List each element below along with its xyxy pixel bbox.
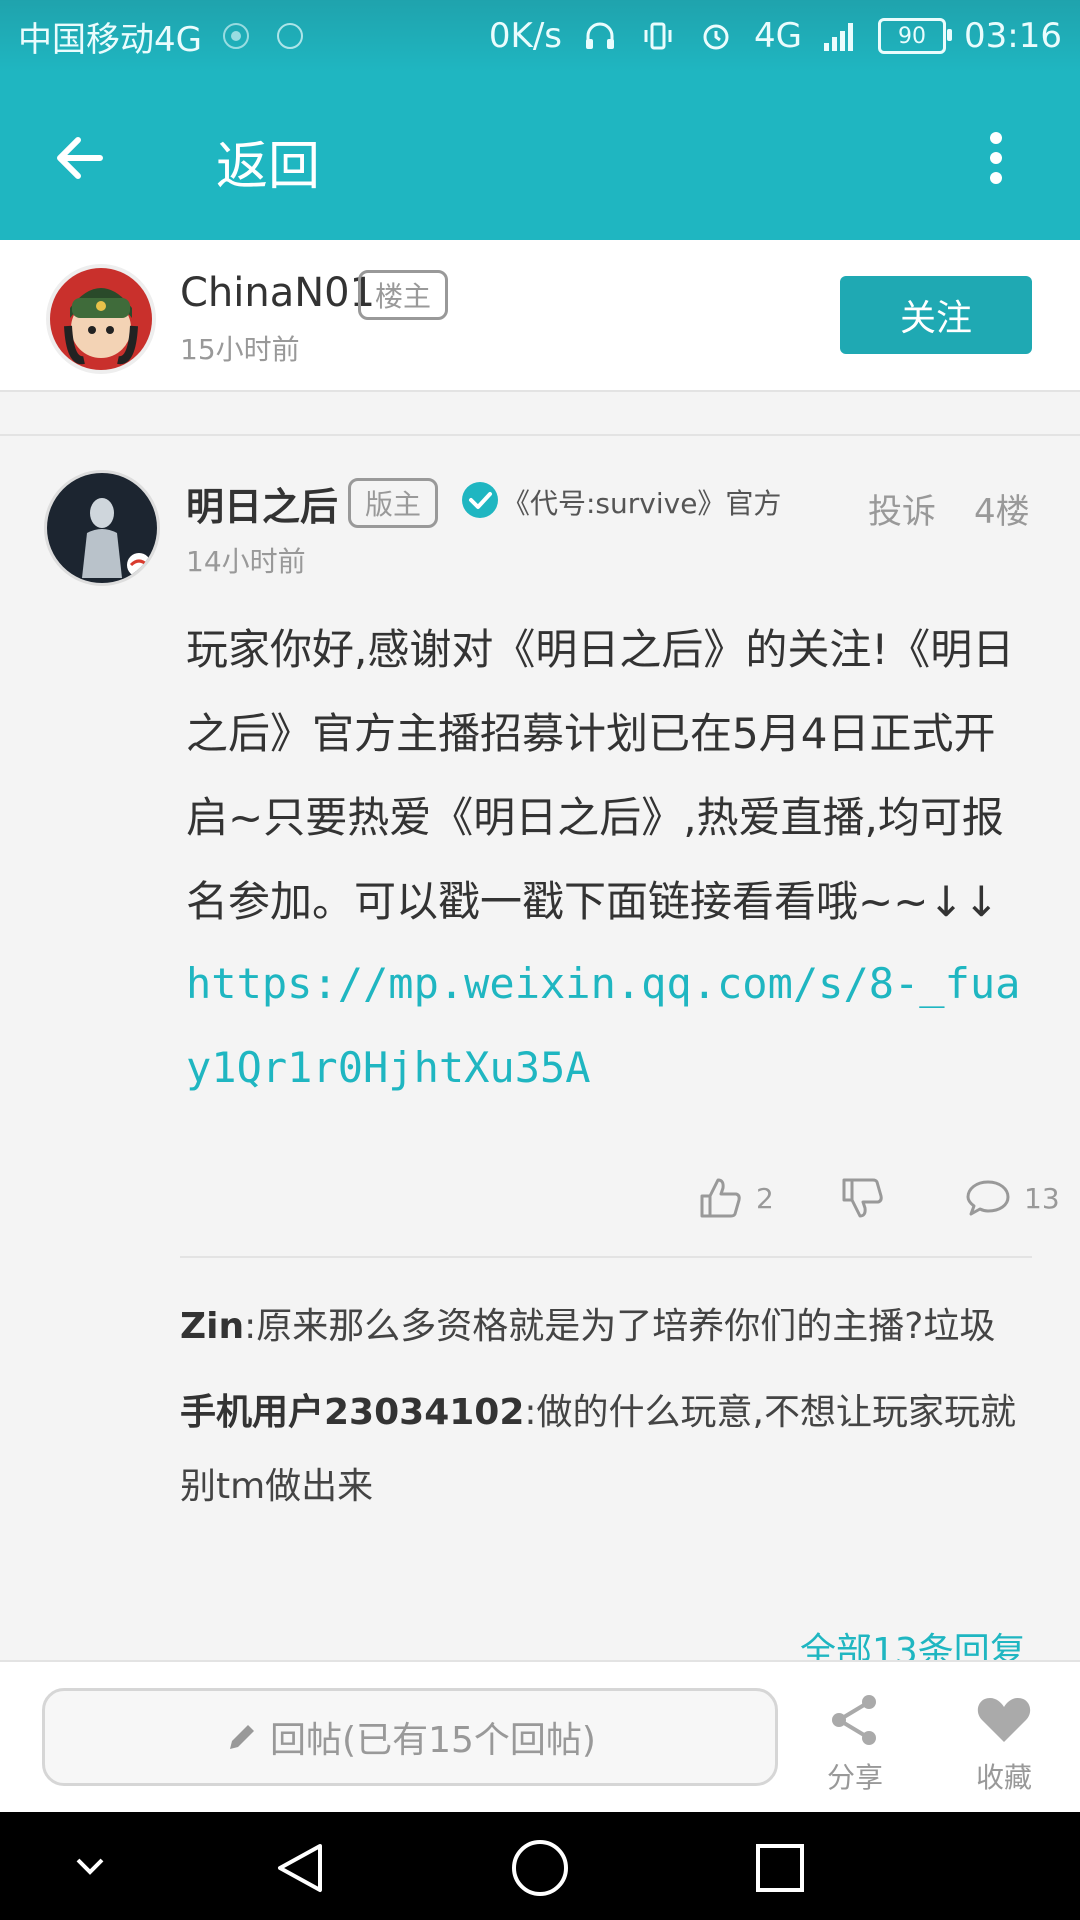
- favorite-button[interactable]: 收藏: [944, 1690, 1064, 1796]
- app-notification-icon: [216, 16, 256, 56]
- pencil-icon: [230, 1725, 255, 1749]
- network-speed: 0K/s: [488, 16, 563, 56]
- reply-body: 玩家你好,感谢对《明日之后》的关注!《明日之后》官方主播招募计划已在5月4日正式…: [186, 625, 1015, 926]
- avatar[interactable]: [46, 264, 156, 374]
- reply-placeholder: 回帖(已有15个回帖): [270, 1720, 596, 1761]
- report-button[interactable]: 投诉: [868, 484, 936, 533]
- signal-icon: [820, 16, 860, 56]
- author-name[interactable]: ChinaN01: [180, 270, 375, 316]
- moderator-badge: 版主: [348, 478, 439, 528]
- sub-reply[interactable]: Zin:原来那么多资格就是为了培养你们的主播?垃圾: [180, 1290, 1035, 1364]
- alarm-icon: [696, 16, 736, 56]
- app-bar: 返回: [0, 72, 1080, 240]
- floor-number: 4楼: [974, 492, 1030, 532]
- post-time: 15小时前: [180, 333, 300, 366]
- bottom-action-bar: 回帖(已有15个回帖) 分享 收藏: [0, 1660, 1080, 1814]
- system-navigation-bar: [0, 1812, 1080, 1920]
- status-bar: 中国移动4G 0K/s 4G 90 03:16: [0, 0, 1080, 72]
- reply-input[interactable]: 回帖(已有15个回帖): [42, 1688, 778, 1786]
- divider: [0, 434, 1080, 436]
- dislike-button[interactable]: [838, 1174, 886, 1222]
- sub-reply-user[interactable]: Zin: [180, 1306, 244, 1347]
- vibrate-icon: [638, 16, 678, 56]
- share-icon: [832, 1695, 876, 1745]
- sub-reply[interactable]: 手机用户23034102:做的什么玩意,不想让玩家玩就别tm做出来: [180, 1376, 1035, 1524]
- divider: [180, 1256, 1032, 1258]
- back-arrow-icon[interactable]: [50, 128, 110, 188]
- heart-icon: [977, 1698, 1031, 1742]
- share-button[interactable]: 分享: [795, 1690, 915, 1796]
- back-triangle-icon[interactable]: [272, 1840, 328, 1896]
- hide-keyboard-chevron-icon[interactable]: [72, 1850, 108, 1880]
- comment-button[interactable]: 13: [964, 1174, 1060, 1222]
- headphone-icon: [580, 16, 620, 56]
- thread-author-header: ChinaN01 楼主 15小时前 关注: [0, 240, 1080, 390]
- divider: [0, 390, 1080, 392]
- reply-link[interactable]: https://mp.weixin.qq.com/s/8-_fuay1Qr1r0…: [186, 942, 1036, 1110]
- page-title[interactable]: 返回: [216, 124, 320, 199]
- battery-indicator: 90: [878, 18, 953, 54]
- reply-time: 14小时前: [186, 545, 306, 578]
- reply-author-name[interactable]: 明日之后: [186, 476, 338, 531]
- like-button[interactable]: 2: [696, 1174, 774, 1222]
- thumbs-up-icon: [700, 1178, 741, 1218]
- sub-reply-text: :原来那么多资格就是为了培养你们的主播?垃圾: [244, 1306, 996, 1347]
- clock: 03:16: [964, 16, 1062, 56]
- like-count: 2: [756, 1181, 774, 1215]
- sub-reply-user[interactable]: 手机用户23034102: [180, 1392, 524, 1433]
- comment-count: 13: [1024, 1181, 1060, 1215]
- favorite-label: 收藏: [975, 1761, 1032, 1794]
- follow-button[interactable]: 关注: [840, 276, 1032, 354]
- comment-bubble-icon: [966, 1180, 1010, 1216]
- carrier-label: 中国移动4G: [18, 19, 202, 60]
- more-menu-icon[interactable]: [976, 128, 1016, 188]
- home-circle-icon[interactable]: [510, 1838, 570, 1898]
- owner-badge: 楼主: [358, 270, 449, 320]
- recent-apps-square-icon[interactable]: [754, 1842, 806, 1894]
- share-label: 分享: [826, 1761, 883, 1794]
- avatar[interactable]: [44, 470, 160, 586]
- thumbs-down-icon: [842, 1178, 883, 1218]
- network-type: 4G: [754, 16, 803, 56]
- tap-notification-icon: [270, 16, 310, 56]
- verified-check-icon: [460, 480, 500, 520]
- official-label: 《代号:survive》官方: [502, 487, 782, 520]
- sub-reply-list: Zin:原来那么多资格就是为了培养你们的主播?垃圾 手机用户23034102:做…: [180, 1290, 1035, 1536]
